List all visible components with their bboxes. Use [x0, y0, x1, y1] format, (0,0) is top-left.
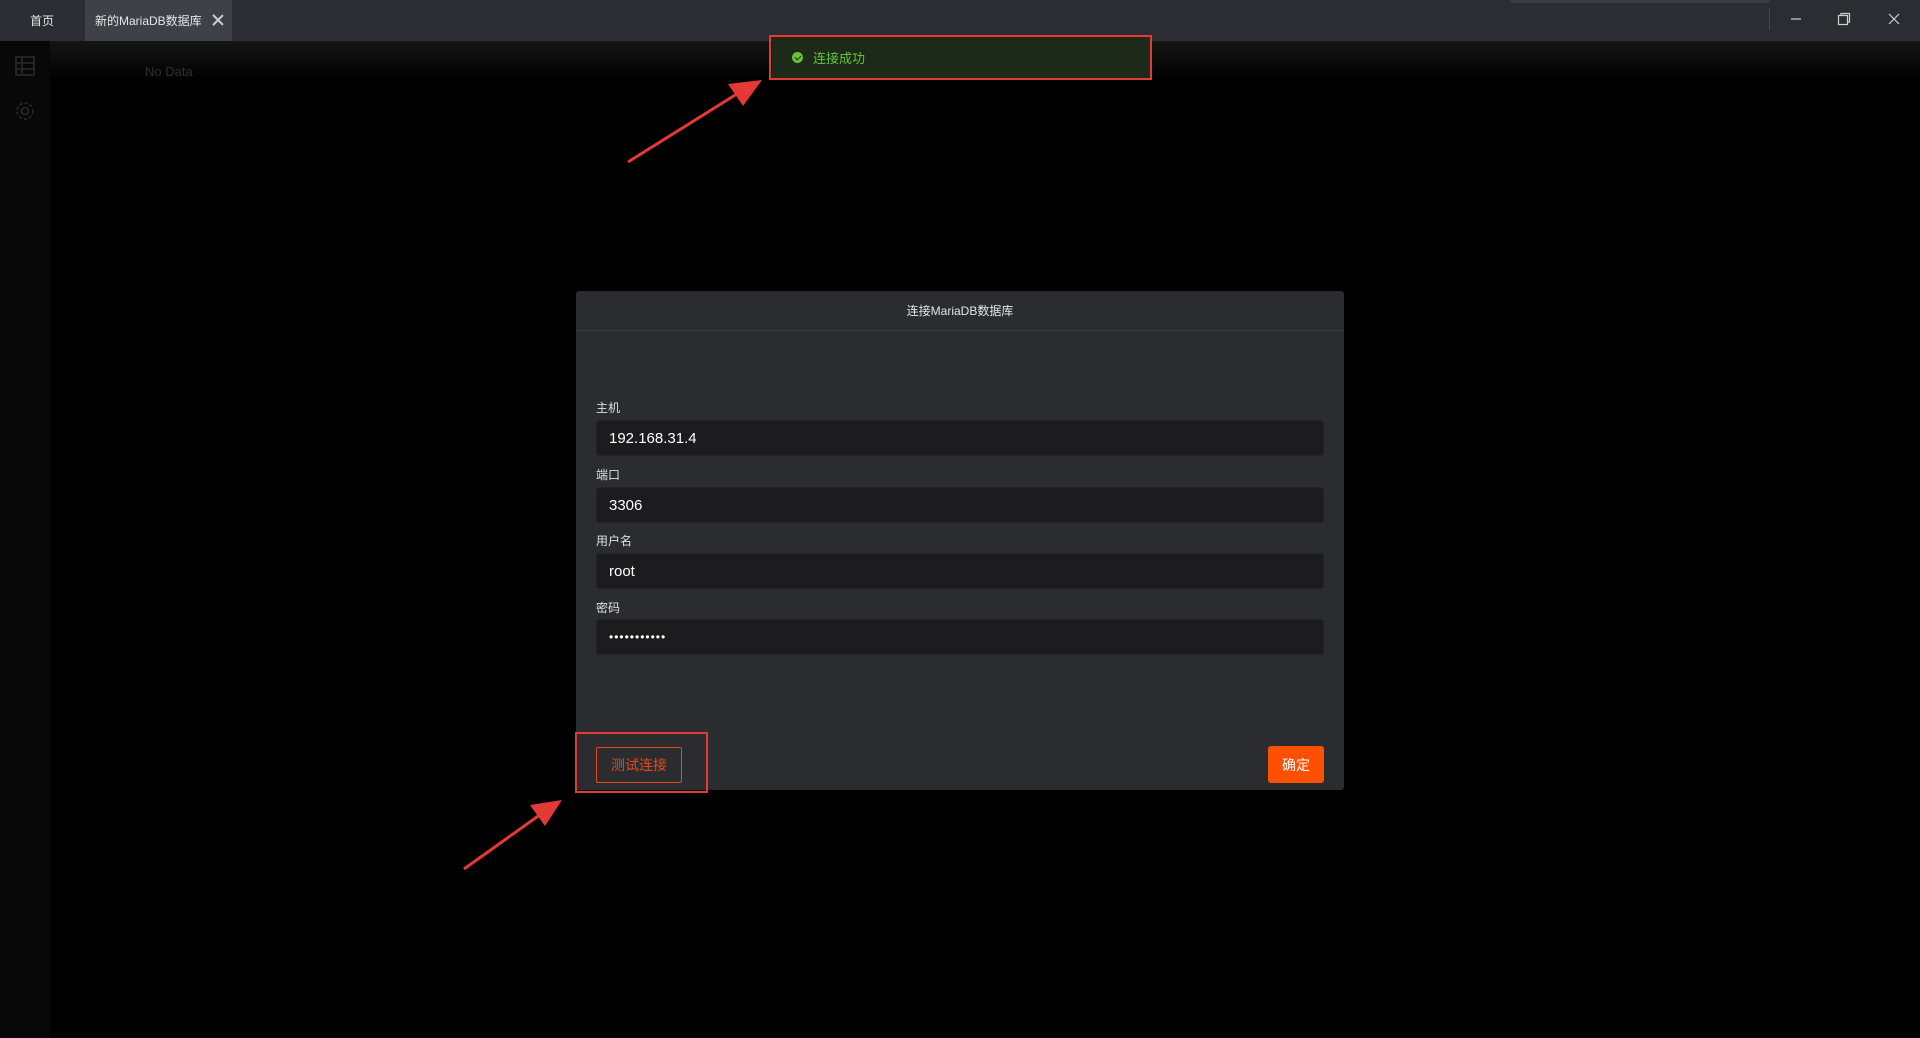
username-label: 用户名 — [596, 534, 633, 548]
database-icon[interactable] — [13, 54, 37, 78]
minimize-icon — [1791, 18, 1801, 20]
titlebar-divider — [1769, 8, 1770, 30]
host-label: 主机 — [596, 401, 621, 415]
port-label: 端口 — [596, 468, 621, 482]
host-input[interactable]: 192.168.31.4 — [596, 420, 1324, 456]
password-input[interactable]: ••••••••••• — [596, 619, 1324, 655]
username-input[interactable]: root — [596, 553, 1324, 589]
confirm-button[interactable]: 确定 — [1268, 746, 1324, 783]
sidebar — [0, 41, 50, 1038]
tab-home[interactable]: 首页 — [0, 0, 84, 41]
annotation-arrow-test-button — [463, 800, 562, 871]
annotation-box-toast — [769, 35, 1152, 80]
restore-button[interactable] — [1820, 0, 1868, 38]
titlebar-handle — [1510, 0, 1770, 3]
restore-icon — [1837, 12, 1851, 26]
empty-state: No Data — [145, 64, 193, 79]
tab-new-mariadb-label: 新的MariaDB数据库 — [95, 14, 202, 28]
minimize-button[interactable] — [1772, 0, 1820, 38]
tab-close-icon[interactable] — [210, 12, 226, 28]
connect-dialog: 连接MariaDB数据库 主机 192.168.31.4 端口 3306 用户名… — [576, 291, 1344, 790]
window-close-button[interactable] — [1870, 0, 1918, 38]
tab-home-label: 首页 — [29, 14, 54, 28]
port-input[interactable]: 3306 — [596, 487, 1324, 523]
dialog-title: 连接MariaDB数据库 — [576, 291, 1344, 331]
password-label: 密码 — [596, 601, 621, 615]
tab-new-mariadb[interactable]: 新的MariaDB数据库 — [85, 0, 232, 41]
close-icon — [1888, 13, 1900, 25]
gear-icon[interactable] — [13, 99, 37, 123]
annotation-box-test-button — [575, 732, 708, 793]
annotation-arrow-toast — [627, 80, 762, 164]
